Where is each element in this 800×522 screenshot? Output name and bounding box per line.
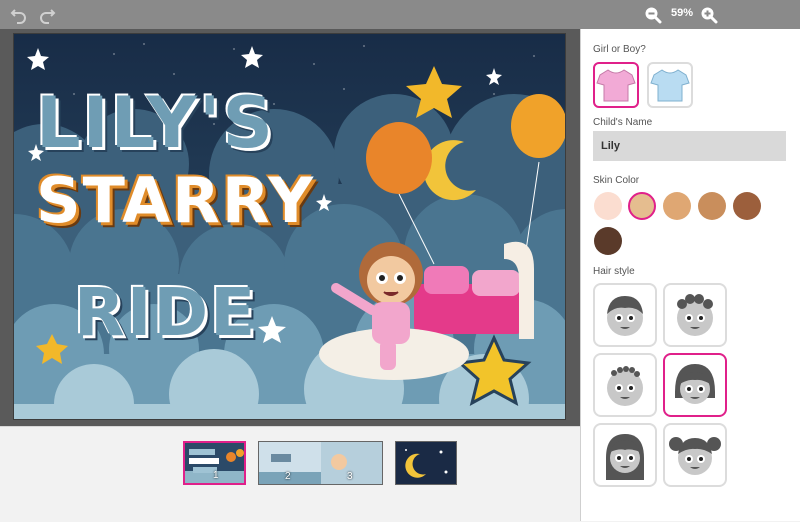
- zoom-level: 59%: [670, 7, 694, 19]
- zoom-in-button[interactable]: [698, 4, 720, 26]
- thumbnail-number: 1: [213, 470, 219, 481]
- cover-title-line1: LILY'S: [36, 82, 275, 164]
- thumbnail-page-4[interactable]: [395, 441, 457, 485]
- skin-swatch-1[interactable]: [594, 192, 622, 220]
- zoom-out-button[interactable]: [642, 4, 664, 26]
- hair-short-curly-icon: [677, 294, 713, 336]
- hair-style-option-5[interactable]: [593, 423, 657, 487]
- thumbnail-page-1[interactable]: 1: [183, 441, 246, 485]
- cover-title-line3: RIDE: [74, 274, 258, 351]
- redo-button[interactable]: [36, 4, 58, 26]
- hair-style-option-3[interactable]: [593, 353, 657, 417]
- child-name-input[interactable]: [593, 131, 786, 161]
- cover-title-line2: STARRY: [36, 164, 316, 237]
- zoom-out-icon: [645, 7, 662, 24]
- hair-pigtails-icon: [669, 437, 721, 475]
- skin-swatch-3[interactable]: [663, 192, 691, 220]
- skin-color-label: Skin Color: [593, 175, 640, 186]
- thumbnail-number: 2: [285, 471, 291, 482]
- boy-option-button[interactable]: [647, 62, 693, 108]
- hair-long-straight-icon: [606, 434, 644, 480]
- hair-style-option-2[interactable]: [663, 283, 727, 347]
- thumbnail-image: [396, 442, 456, 484]
- tshirt-icon: [650, 69, 690, 102]
- thumbnail-image: [259, 442, 382, 484]
- skin-swatch-4[interactable]: [698, 192, 726, 220]
- skin-swatch-6[interactable]: [594, 227, 622, 255]
- skin-swatch-2[interactable]: [628, 192, 656, 220]
- tshirt-icon: [596, 69, 636, 102]
- gender-label: Girl or Boy?: [593, 44, 646, 55]
- top-toolbar: 59%: [0, 0, 800, 29]
- zoom-in-icon: [701, 7, 718, 24]
- undo-button[interactable]: [8, 4, 30, 26]
- child-name-label: Child's Name: [593, 117, 653, 128]
- thumbnail-pages-2-3[interactable]: 2 3: [258, 441, 383, 485]
- hair-style-option-4[interactable]: [663, 353, 727, 417]
- hair-style-option-1[interactable]: [593, 283, 657, 347]
- hair-style-option-6[interactable]: [663, 423, 727, 487]
- thumbnail-number: 3: [347, 471, 353, 482]
- redo-icon: [40, 9, 56, 24]
- hair-style-label: Hair style: [593, 266, 635, 277]
- hair-bob-icon: [675, 364, 715, 404]
- undo-icon: [10, 9, 26, 24]
- hair-buzz-icon: [607, 366, 643, 406]
- hair-short-straight-icon: [607, 296, 643, 336]
- girl-option-button[interactable]: [593, 62, 639, 108]
- skin-swatch-5[interactable]: [733, 192, 761, 220]
- book-cover-page[interactable]: LILY'S STARRY RIDE: [13, 33, 566, 420]
